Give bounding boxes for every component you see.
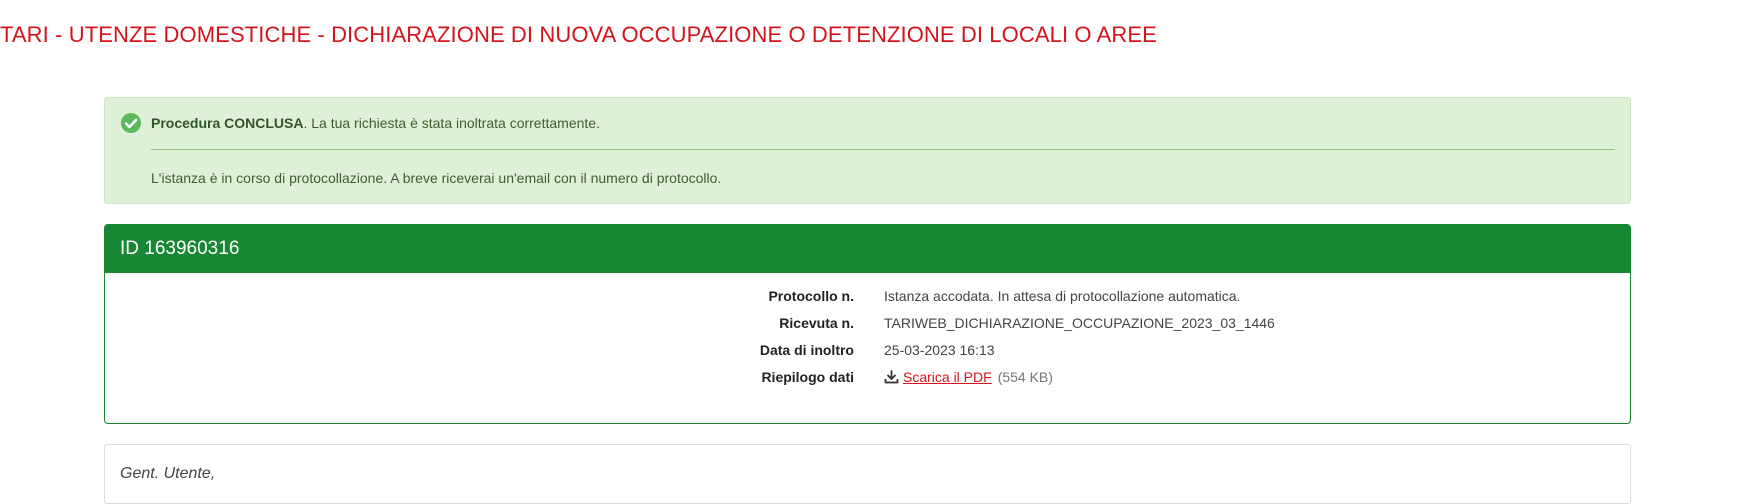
riepilogo-label: Riepilogo dati bbox=[761, 369, 854, 385]
check-circle-icon bbox=[121, 113, 141, 133]
download-pdf-link[interactable]: Scarica il PDF bbox=[903, 369, 992, 385]
submission-id-header: ID 163960316 bbox=[105, 225, 1630, 273]
ricevuta-value: TARIWEB_DICHIARAZIONE_OCCUPAZIONE_2023_0… bbox=[884, 315, 1275, 331]
download-icon[interactable] bbox=[884, 370, 899, 384]
detail-row-data-inoltro: Data di inoltro 25-03-2023 16:13 bbox=[105, 342, 1630, 372]
greeting-text: Gent. Utente, bbox=[120, 465, 216, 482]
protocollo-value: Istanza accodata. In attesa di protocoll… bbox=[884, 288, 1241, 304]
pdf-size: (554 KB) bbox=[997, 369, 1053, 385]
alert-status-bold: Procedura CONCLUSA bbox=[151, 115, 304, 131]
data-inoltro-value: 25-03-2023 16:13 bbox=[884, 342, 995, 358]
alert-divider bbox=[151, 149, 1615, 150]
success-alert: Procedura CONCLUSA. La tua richiesta è s… bbox=[104, 97, 1631, 204]
alert-status-rest: . La tua richiesta è stata inoltrata cor… bbox=[303, 115, 600, 131]
ricevuta-label: Ricevuta n. bbox=[779, 315, 854, 331]
protocollo-label: Protocollo n. bbox=[768, 288, 854, 304]
alert-message: L'istanza è in corso di protocollazione.… bbox=[151, 170, 722, 186]
submission-card: ID 163960316 Protocollo n. Istanza accod… bbox=[104, 224, 1631, 424]
detail-row-protocollo: Protocollo n. Istanza accodata. In attes… bbox=[105, 288, 1630, 318]
page-title: TARI - UTENZE DOMESTICHE - DICHIARAZIONE… bbox=[0, 22, 1157, 47]
data-inoltro-label: Data di inoltro bbox=[759, 342, 854, 358]
riepilogo-value: Scarica il PDF (554 KB) bbox=[884, 369, 1053, 385]
detail-row-ricevuta: Ricevuta n. TARIWEB_DICHIARAZIONE_OCCUPA… bbox=[105, 315, 1630, 345]
alert-status-text: Procedura CONCLUSA. La tua richiesta è s… bbox=[151, 115, 600, 131]
message-panel: Gent. Utente, bbox=[104, 444, 1631, 504]
detail-row-riepilogo: Riepilogo dati Scarica il PDF (554 KB) bbox=[105, 369, 1630, 399]
